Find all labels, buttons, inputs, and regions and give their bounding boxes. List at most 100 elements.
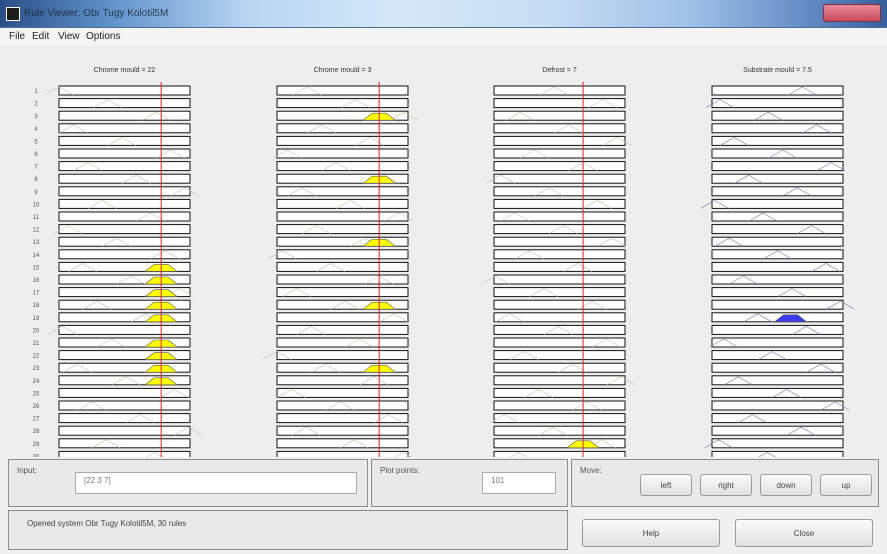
row-label: 3: [34, 114, 38, 120]
row-label: 21: [33, 341, 40, 347]
row-label: 27: [33, 417, 40, 423]
rule-cell: [493, 438, 626, 449]
rule-cell: [711, 299, 844, 310]
rule-cell: [58, 123, 191, 134]
rule-cell: [276, 274, 409, 285]
rule-cell: [58, 413, 191, 424]
rule-cell: [493, 148, 626, 159]
row-label: 19: [33, 316, 40, 322]
rule-cell: [711, 337, 844, 348]
input-field[interactable]: [22 3 7]: [75, 472, 357, 494]
column-title: Chrome mould = 22: [94, 67, 156, 74]
column-title: Defrost = 7: [542, 67, 577, 74]
rule-cell: [711, 110, 844, 121]
rule-cell: [493, 400, 626, 411]
column-title: Substrate mould = 7.5: [743, 67, 812, 74]
row-label: 17: [33, 291, 40, 297]
rule-cell: [493, 85, 626, 96]
move-left-button[interactable]: left: [640, 474, 692, 496]
rule-cell: [493, 413, 626, 424]
rule-cell: [711, 173, 844, 184]
rule-cell: [276, 211, 409, 222]
help-button[interactable]: Help: [582, 519, 720, 547]
rule-cell: [276, 375, 409, 386]
rule-cell: [493, 173, 626, 184]
status-panel: Opened system Obr Tugy Kolotil5M, 30 rul…: [8, 510, 568, 550]
row-label: 1: [34, 89, 38, 95]
rule-cell: [711, 211, 844, 222]
rule-cell: [493, 161, 626, 172]
column-title: Chrome mould = 3: [314, 67, 372, 74]
move-down-button[interactable]: down: [760, 474, 812, 496]
rule-cell: [711, 186, 844, 197]
app-icon: [6, 7, 20, 21]
rule-cell: [711, 236, 844, 247]
row-label: 24: [33, 379, 40, 385]
rule-cell: [276, 337, 409, 348]
rule-cell: [493, 287, 626, 298]
menu-view[interactable]: View: [58, 31, 80, 42]
rule-cell: [711, 198, 844, 209]
menu-edit[interactable]: Edit: [32, 31, 49, 42]
rule-cell: [276, 186, 409, 197]
rule-cell: [711, 148, 844, 159]
row-label: 30: [33, 454, 40, 457]
row-label: 14: [33, 253, 40, 259]
row-label: 16: [33, 278, 40, 284]
plot-points-panel: Plot points: 101: [371, 459, 568, 507]
rule-cell: [276, 350, 409, 361]
rule-cell: [493, 186, 626, 197]
rule-cell: [276, 425, 409, 436]
menu-file[interactable]: File: [9, 31, 25, 42]
rule-cell: [58, 211, 191, 222]
window-controls[interactable]: [823, 4, 881, 22]
plot-points-field[interactable]: 101: [482, 472, 556, 494]
rule-cell: [493, 387, 626, 398]
row-label: 2: [34, 102, 38, 108]
close-button[interactable]: Close: [735, 519, 873, 547]
rule-cell: [276, 224, 409, 235]
row-label: 22: [33, 354, 40, 360]
row-label: 29: [33, 442, 40, 448]
rule-cell: [58, 135, 191, 146]
rule-cell: [276, 148, 409, 159]
rule-cell: [711, 425, 844, 436]
rule-cell: [493, 249, 626, 260]
row-label: 26: [33, 404, 40, 410]
row-label: 23: [33, 366, 40, 372]
rule-cell: [493, 350, 626, 361]
menu-bar: File Edit View Options: [0, 28, 887, 46]
rule-cell: [58, 198, 191, 209]
row-label: 10: [33, 202, 40, 208]
rule-cell: [58, 236, 191, 247]
row-label: 9: [34, 190, 38, 196]
rule-cell: [493, 224, 626, 235]
move-up-button[interactable]: up: [820, 474, 872, 496]
input-label: Input:: [17, 466, 38, 475]
rule-cell: [711, 324, 844, 335]
rule-cell: [58, 186, 191, 197]
menu-options[interactable]: Options: [86, 31, 120, 42]
rule-cell: [493, 312, 626, 323]
rule-cell: [493, 450, 626, 457]
rule-cell: [58, 324, 191, 335]
rule-cell: [493, 123, 626, 134]
rule-cell: [276, 249, 409, 260]
rule-cell: [58, 400, 191, 411]
rule-cell: [276, 85, 409, 96]
rule-cell: [711, 438, 844, 449]
row-label: 28: [33, 429, 40, 435]
input-panel: Input: [22 3 7]: [8, 459, 368, 507]
row-label: 5: [34, 139, 38, 145]
rule-cell: [58, 224, 191, 235]
row-label: 6: [34, 152, 38, 158]
rule-cell: [58, 387, 191, 398]
move-right-button[interactable]: right: [700, 474, 752, 496]
rule-cell: [276, 312, 409, 323]
rule-cell: [58, 425, 191, 436]
rule-cell: [276, 135, 409, 146]
rule-plots-area: 1 2 3 4 5 6 7 8 9 10 11 12 13 14 15 16 17 18 19 20 21 22 23 24 2…: [0, 46, 887, 457]
rule-cell: [276, 324, 409, 335]
rule-cell: [711, 350, 844, 361]
move-panel: Move: left right down up: [571, 459, 879, 507]
